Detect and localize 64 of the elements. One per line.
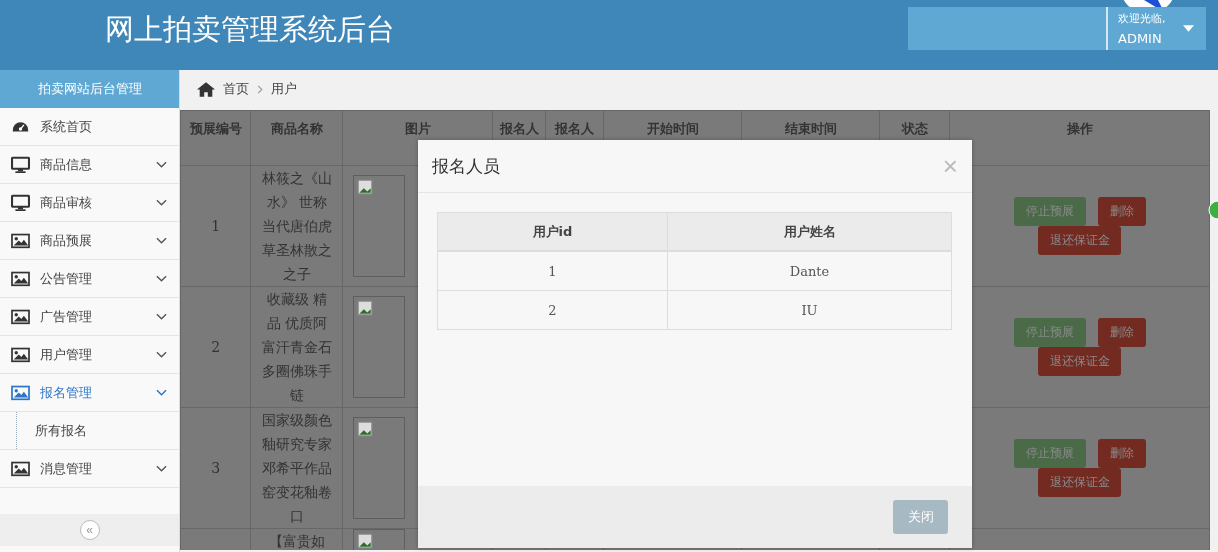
table-cell: IU [667,290,952,330]
table-cell: 1 [437,251,668,291]
chevron-icon [156,350,167,359]
picture-icon [11,384,30,401]
monitor-icon [11,156,30,173]
column-header: 用户id [437,212,668,251]
refund-deposit-button[interactable]: 退还保证金 [1038,347,1122,376]
monitor-icon [11,194,30,211]
chevron-icon [156,464,167,473]
sidebar-item[interactable]: 用户管理 [0,336,179,374]
site-title: 网上拍卖管理系统后台 [105,11,396,48]
sidebar-item[interactable]: 公告管理 [0,260,179,298]
picture-icon [11,308,30,325]
chevron-icon [156,236,167,245]
broken-image-icon [357,300,374,316]
picture-icon [11,346,30,363]
sidebar-item[interactable]: 系统首页 [0,108,179,146]
broken-image-icon [357,421,374,437]
sidebar-item[interactable]: 商品审核 [0,184,179,222]
chevron-icon [156,198,167,207]
sidebar-title: 拍卖网站后台管理 [0,70,179,108]
welcome-text: 欢迎光临, [1118,10,1167,26]
column-header: 预展编号 [180,110,251,166]
home-icon [197,81,215,97]
table-cell: 2 [437,290,668,330]
delete-button[interactable]: 删除 [1097,318,1146,347]
close-dialog-button[interactable]: 关闭 [893,500,948,534]
submenu-item[interactable]: 所有报名 [16,412,179,449]
table-cell: 收藏级 精品 优质阿富汗青金石多圈佛珠手链 [250,286,343,408]
stop-preview-button[interactable]: 停止预展 [1013,439,1086,468]
sidebar-item[interactable]: 广告管理 [0,298,179,336]
sidebar-item[interactable]: 商品信息 [0,146,179,184]
sidebar-item[interactable]: 报名管理 [0,374,179,412]
user-name: ADMIN [1118,30,1163,46]
broken-image-icon [357,179,374,195]
table-cell [180,528,251,550]
sidebar-item[interactable]: 消息管理 [0,450,179,488]
chevron-icon [156,160,167,169]
user-menu[interactable]: 欢迎光临, ADMIN [908,6,1206,50]
picture-icon [11,460,30,477]
table-cell: 3 [180,407,251,529]
table-cell: 1 [180,165,251,287]
chevron-icon [156,388,167,397]
stop-preview-button[interactable]: 停止预展 [1013,318,1086,347]
caret-icon [1183,24,1194,32]
picture-icon [11,232,30,249]
broken-image-icon [357,533,374,549]
table-cell: Dante [667,251,952,291]
table-cell: 林筱之《山水》 世称当代唐伯虎草圣林散之之子 [250,165,343,287]
chevron-icon [257,84,263,94]
delete-button[interactable]: 删除 [1097,197,1146,226]
chevron-icon [156,274,167,283]
table-cell: 2 [180,286,251,408]
sidebar-item[interactable]: 商品预展 [0,222,179,260]
refund-deposit-button[interactable]: 退还保证金 [1038,226,1122,255]
picture-icon [11,270,30,287]
delete-button[interactable]: 删除 [1097,439,1146,468]
column-header: 商品名称 [250,110,343,166]
refund-deposit-button[interactable]: 退还保证金 [1038,468,1122,497]
column-header: 用户姓名 [667,212,952,251]
breadcrumb-link[interactable]: 首页 [223,80,249,98]
collapse-button[interactable]: « [79,520,100,540]
stop-preview-button[interactable]: 停止预展 [1013,197,1086,226]
chevron-icon [156,312,167,321]
